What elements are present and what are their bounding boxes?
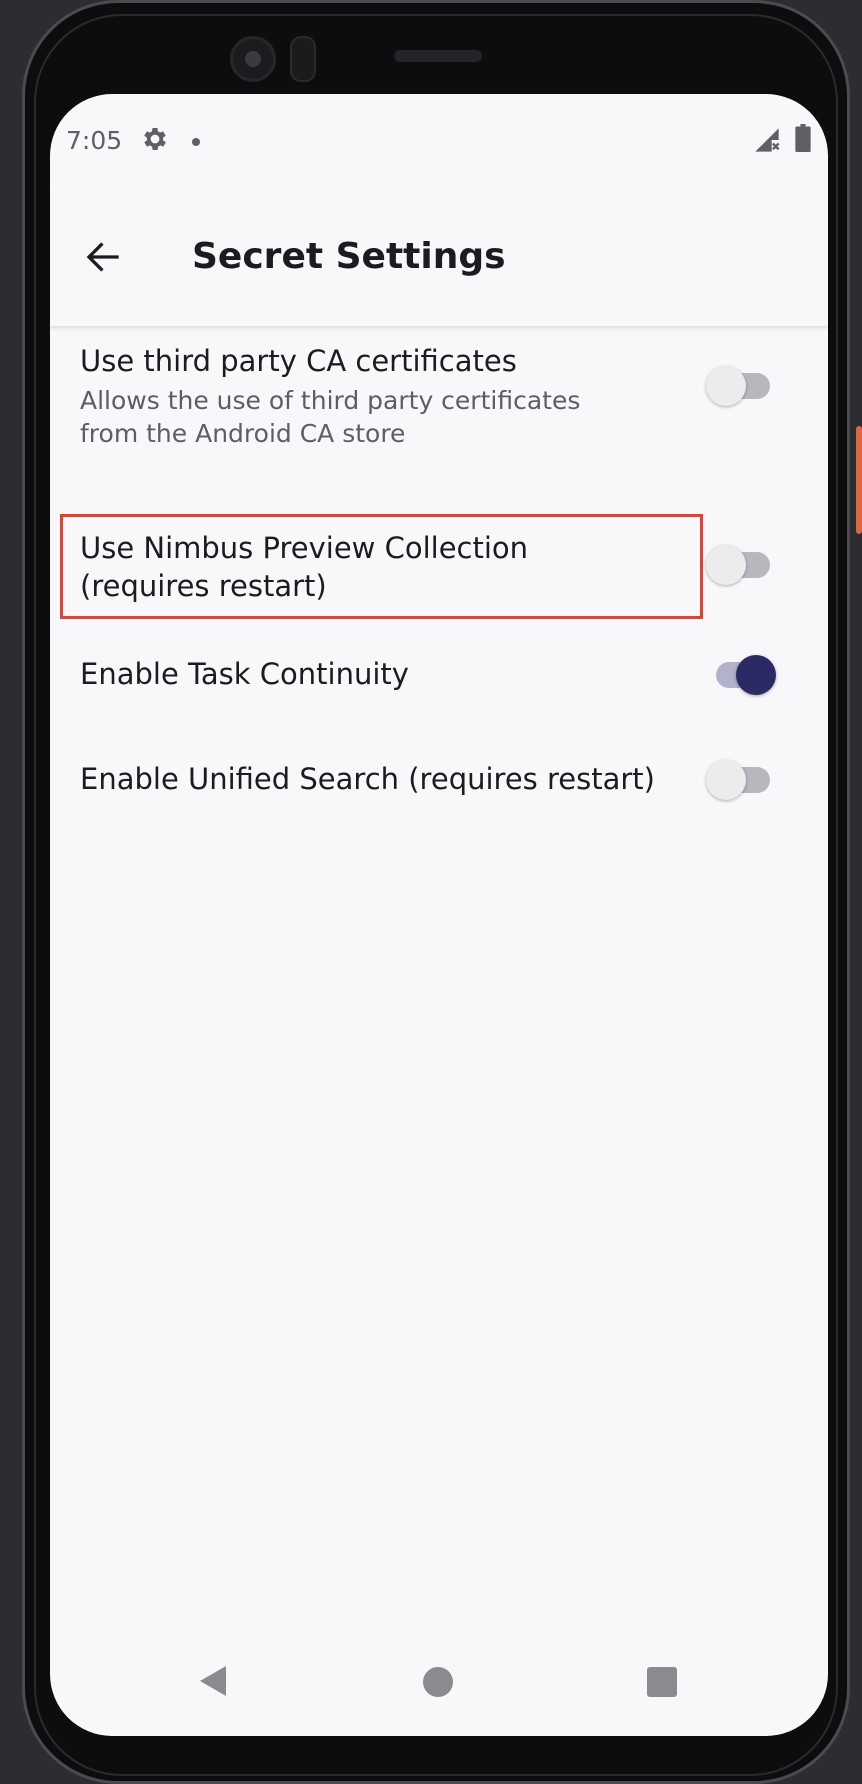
signal-icon	[755, 128, 780, 152]
page-title: Secret Settings	[192, 236, 506, 277]
pref-task-continuity[interactable]: Enable Task Continuity	[50, 624, 828, 724]
pref-summary: Allows the use of third party certificat…	[80, 386, 581, 448]
status-time: 7:05	[66, 126, 123, 155]
pref-unified-search[interactable]: Enable Unified Search (requires restart)	[50, 729, 828, 829]
back-triangle-icon[interactable]	[198, 1664, 228, 1698]
gear-icon	[144, 128, 166, 150]
battery-icon	[795, 124, 811, 152]
app-bar: Secret Settings	[50, 190, 828, 326]
arrow-left-icon	[86, 242, 119, 272]
switch-thumb	[706, 366, 746, 406]
screen: 7:05 Secret Settings Use third party CA …	[50, 94, 828, 1736]
back-button[interactable]	[76, 230, 130, 284]
home-circle-icon[interactable]	[423, 1667, 453, 1697]
toggle-unified-search[interactable]	[706, 757, 776, 803]
sensor-icon	[290, 36, 316, 82]
recents-square-icon[interactable]	[647, 1667, 677, 1697]
pref-third-party-ca[interactable]: Use third party CA certificates Allows t…	[50, 326, 828, 482]
notification-dot-icon	[192, 138, 200, 146]
side-button	[856, 426, 862, 534]
toggle-task-continuity[interactable]	[706, 652, 776, 698]
camera-icon	[230, 36, 276, 82]
toggle-nimbus-preview[interactable]	[706, 542, 776, 588]
pref-title: Use third party CA certificates	[80, 344, 517, 378]
navigation-bar	[50, 1626, 828, 1736]
toggle-third-party-ca[interactable]	[706, 363, 776, 409]
pref-title: Enable Unified Search (requires restart)	[80, 762, 655, 796]
pref-title: Enable Task Continuity	[80, 657, 409, 691]
highlight-box	[60, 514, 703, 619]
switch-thumb	[706, 545, 746, 585]
switch-thumb	[736, 655, 776, 695]
switch-thumb	[706, 760, 746, 800]
status-bar: 7:05	[50, 94, 828, 190]
speaker-grille	[394, 50, 482, 62]
